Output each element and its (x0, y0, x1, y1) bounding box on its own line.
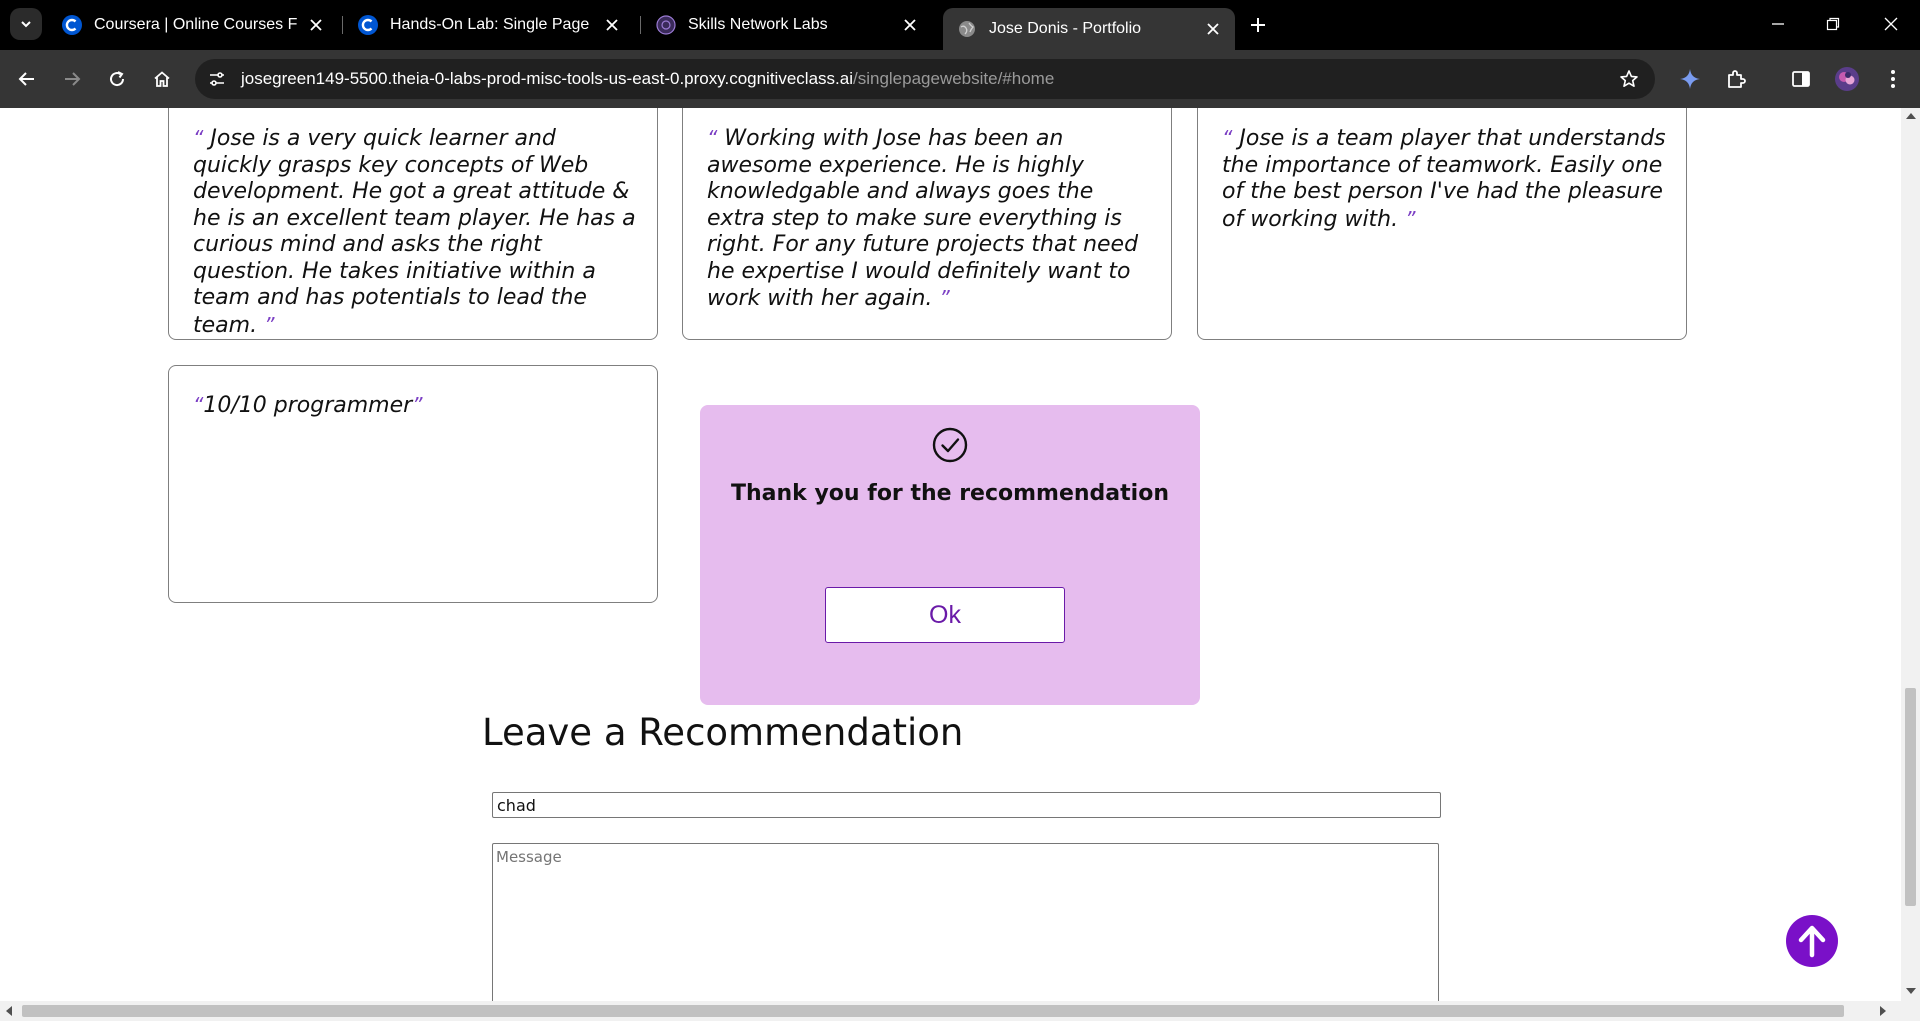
extensions-button[interactable] (1720, 63, 1752, 95)
restore-icon (1826, 17, 1840, 31)
url-path: /singlepagewebsite/#home (852, 69, 1055, 88)
close-icon[interactable] (1201, 17, 1225, 41)
reload-button[interactable] (101, 63, 133, 95)
tab-hands-on-lab[interactable]: Hands-On Lab: Single Page Port (344, 0, 634, 50)
side-panel-button[interactable] (1785, 63, 1817, 95)
recommendation-card: “10/10 programmer” (168, 365, 658, 603)
section-title: Leave a Recommendation (482, 711, 964, 754)
home-icon (154, 71, 170, 87)
url-host: josegreen149-5500.theia-0-labs-prod-misc… (241, 69, 853, 88)
confirmation-popup: Thank you for the recommendation Ok (700, 405, 1200, 705)
restore-button[interactable] (1810, 6, 1856, 42)
tab-search-button[interactable] (10, 8, 42, 40)
horizontal-scroll-thumb[interactable] (22, 1005, 1844, 1017)
close-quote: ” (1405, 206, 1416, 231)
arrow-right-icon (65, 72, 81, 86)
forward-button[interactable] (56, 63, 88, 95)
message-textarea[interactable] (492, 843, 1439, 1001)
open-quote: “ (193, 126, 204, 150)
close-quote: ” (264, 312, 275, 337)
home-button[interactable] (146, 63, 178, 95)
arrow-left-icon (18, 72, 34, 86)
tab-separator (342, 16, 343, 34)
reload-icon (110, 71, 125, 87)
back-to-top-button[interactable] (1786, 915, 1838, 967)
close-icon[interactable] (898, 13, 922, 37)
site-info-button[interactable] (203, 65, 231, 93)
recommendation-text: “ Working with Jose has been an awesome … (707, 125, 1153, 313)
coursera-icon (62, 15, 82, 35)
gemini-button[interactable] (1674, 63, 1706, 95)
quote-body: Jose is a team player that understands t… (1222, 126, 1666, 232)
scroll-right-arrow[interactable] (1880, 1006, 1886, 1016)
tab-title: Coursera | Online Courses From (94, 16, 298, 33)
quote-body: 10/10 programmer (203, 393, 413, 418)
ok-button[interactable]: Ok (825, 587, 1065, 643)
back-button[interactable] (11, 63, 43, 95)
open-quote: “ (1222, 126, 1233, 150)
quote-body: Working with Jose has been an awesome ex… (707, 126, 1139, 311)
plus-icon (1251, 18, 1265, 32)
coursera-icon (358, 15, 378, 35)
recommendation-text: “10/10 programmer” (193, 392, 639, 420)
skills-network-icon (656, 15, 676, 35)
tab-title: Jose Donis - Portfolio (989, 20, 1142, 37)
tab-portfolio[interactable]: Jose Donis - Portfolio (943, 8, 1235, 50)
open-quote: “ (707, 126, 718, 150)
recommendation-card: “ Working with Jose has been an awesome … (682, 108, 1172, 340)
minimize-button[interactable] (1755, 6, 1801, 42)
puzzle-icon (1728, 70, 1746, 88)
open-quote: “ (193, 393, 204, 417)
tab-strip: Coursera | Online Courses From Hands-On … (0, 0, 1920, 50)
close-quote: ” (939, 286, 950, 310)
close-icon[interactable] (304, 13, 328, 37)
recommendation-card: “ Jose is a very quick learner and quick… (168, 108, 658, 340)
more-vertical-icon (1891, 70, 1895, 88)
scroll-left-arrow[interactable] (6, 1006, 12, 1016)
chevron-down-icon (21, 21, 31, 28)
browser-toolbar: josegreen149-5500.theia-0-labs-prod-misc… (0, 50, 1920, 139)
address-bar[interactable]: josegreen149-5500.theia-0-labs-prod-misc… (195, 59, 1655, 99)
close-window-button[interactable] (1868, 6, 1914, 42)
quote-body: Jose is a very quick learner and quickly… (193, 126, 636, 338)
avatar (1835, 67, 1859, 91)
tune-icon (210, 72, 224, 86)
bookmark-button[interactable] (1615, 65, 1643, 93)
close-icon[interactable] (600, 13, 624, 37)
recommendation-text: “ Jose is a team player that understands… (1222, 125, 1668, 233)
profile-button[interactable] (1831, 63, 1863, 95)
side-panel-icon (1792, 71, 1810, 87)
arrow-up-icon (1798, 925, 1826, 958)
star-icon (1620, 70, 1638, 87)
tab-title: Skills Network Labs (688, 16, 828, 33)
recommendation-text: “ Jose is a very quick learner and quick… (193, 125, 639, 339)
scroll-down-arrow[interactable] (1906, 988, 1916, 994)
scroll-up-arrow[interactable] (1906, 113, 1916, 119)
new-tab-button[interactable] (1244, 11, 1272, 39)
page-viewport: “ Jose is a very quick learner and quick… (0, 108, 1901, 1001)
close-quote: ” (412, 393, 423, 417)
vertical-scroll-thumb[interactable] (1905, 688, 1916, 906)
vertical-scrollbar[interactable] (1901, 108, 1920, 1001)
tab-separator (640, 16, 641, 34)
minimize-icon (1772, 23, 1784, 25)
tab-coursera[interactable]: Coursera | Online Courses From (48, 0, 338, 50)
close-icon (1884, 17, 1898, 31)
url-text: josegreen149-5500.theia-0-labs-prod-misc… (241, 69, 1054, 89)
tab-title: Hands-On Lab: Single Page Port (390, 16, 594, 33)
check-circle-icon (932, 427, 968, 463)
popup-message: Thank you for the recommendation (731, 481, 1169, 506)
name-input[interactable] (492, 792, 1441, 818)
sparkle-icon (1680, 69, 1700, 89)
menu-button[interactable] (1877, 63, 1909, 95)
recommendation-card: “ Jose is a team player that understands… (1197, 108, 1687, 340)
horizontal-scrollbar[interactable] (0, 1001, 1920, 1021)
globe-icon (957, 19, 977, 39)
tab-skills-network[interactable]: Skills Network Labs (642, 0, 932, 50)
